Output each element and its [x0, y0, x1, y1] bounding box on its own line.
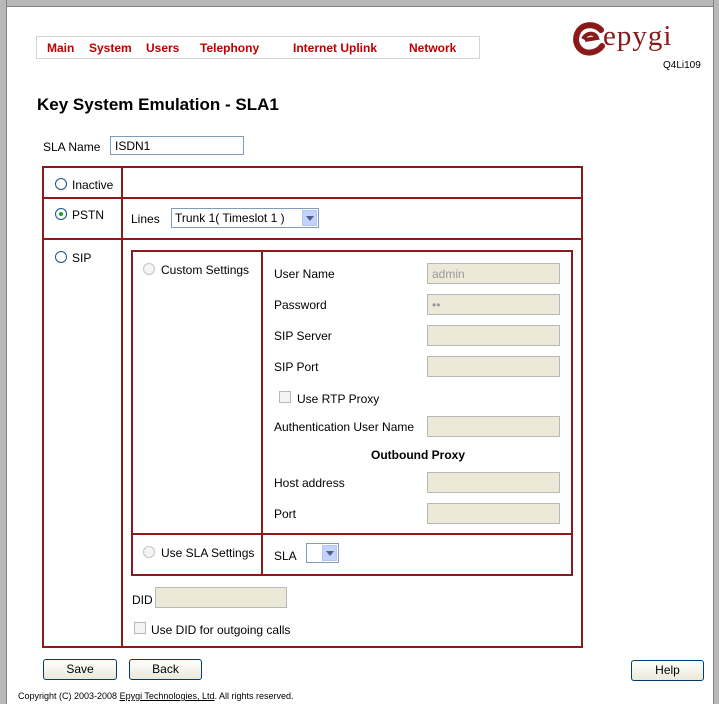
page-title: Key System Emulation - SLA1	[37, 95, 279, 114]
menu-main[interactable]: Main	[47, 41, 74, 55]
inactive-radio[interactable]	[55, 178, 67, 190]
sip-table-border	[131, 250, 133, 576]
pstn-label: PSTN	[72, 208, 105, 222]
sip-port-input[interactable]	[427, 356, 560, 377]
sla-select[interactable]	[306, 543, 339, 563]
menu-system[interactable]: System	[89, 41, 132, 55]
host-address-input[interactable]	[427, 472, 560, 493]
help-button[interactable]: Help	[631, 660, 704, 681]
host-address-label: Host address	[274, 476, 345, 490]
window-frame-top	[0, 0, 719, 7]
chevron-down-icon	[302, 210, 317, 226]
copyright-prefix: Copyright (C) 2003-2008	[18, 691, 120, 701]
use-rtp-proxy-label: Use RTP Proxy	[297, 392, 380, 406]
table-border	[42, 166, 44, 648]
menu-users[interactable]: Users	[146, 41, 179, 55]
password-input[interactable]	[427, 294, 560, 315]
table-border	[42, 646, 583, 648]
epygi-logo: epygi Q4Li109	[573, 20, 703, 74]
table-border	[42, 238, 583, 240]
device-model-label: Q4Li109	[663, 60, 701, 71]
table-border	[581, 166, 583, 648]
window-frame-left	[0, 0, 7, 704]
user-name-input[interactable]	[427, 263, 560, 284]
use-did-label: Use DID for outgoing calls	[151, 623, 291, 637]
copyright-suffix: . All rights reserved.	[214, 691, 294, 701]
did-label: DID	[132, 593, 153, 607]
sla-name-input[interactable]	[110, 136, 244, 155]
use-sla-settings-label: Use SLA Settings	[161, 546, 255, 560]
sip-table-border	[131, 574, 573, 576]
lines-select[interactable]: Trunk 1( Timeslot 1 )	[171, 208, 319, 228]
epygi-technologies-link[interactable]: Epygi Technologies, Ltd	[120, 691, 215, 701]
main-menu-bar: Main System Users Telephony Internet Upl…	[36, 36, 480, 59]
custom-settings-label: Custom Settings	[161, 263, 250, 277]
sip-server-label: SIP Server	[274, 329, 332, 343]
sip-table-border	[131, 250, 573, 252]
sip-table-border	[261, 250, 263, 576]
use-rtp-proxy-checkbox[interactable]	[279, 391, 291, 403]
sla-label: SLA	[274, 549, 297, 563]
sla-name-label: SLA Name	[43, 140, 101, 154]
window-frame-right	[713, 0, 719, 704]
sip-server-input[interactable]	[427, 325, 560, 346]
sip-label: SIP	[72, 251, 92, 265]
port-label: Port	[274, 507, 297, 521]
menu-internet-uplink[interactable]: Internet Uplink	[293, 41, 377, 55]
back-button[interactable]: Back	[129, 659, 202, 680]
pstn-radio[interactable]	[55, 208, 67, 220]
use-did-checkbox[interactable]	[134, 622, 146, 634]
table-border	[121, 166, 123, 648]
sip-table-border	[131, 533, 573, 535]
logo-brand-text: epygi	[603, 20, 673, 52]
sip-radio[interactable]	[55, 251, 67, 263]
custom-settings-radio[interactable]	[143, 263, 155, 275]
lines-selected-value: Trunk 1( Timeslot 1 )	[175, 211, 285, 225]
copyright-footer: Copyright (C) 2003-2008 Epygi Technologi…	[18, 691, 294, 701]
port-input[interactable]	[427, 503, 560, 524]
did-input[interactable]	[155, 587, 287, 608]
table-border	[42, 197, 583, 199]
table-border	[42, 166, 583, 168]
save-button[interactable]: Save	[43, 659, 117, 680]
menu-network[interactable]: Network	[409, 41, 456, 55]
user-name-label: User Name	[274, 267, 335, 281]
sip-table-border	[571, 250, 573, 576]
outbound-proxy-heading: Outbound Proxy	[371, 448, 465, 462]
lines-label: Lines	[131, 212, 160, 226]
sip-port-label: SIP Port	[274, 360, 319, 374]
menu-telephony[interactable]: Telephony	[200, 41, 259, 55]
auth-user-name-input[interactable]	[427, 416, 560, 437]
inactive-label: Inactive	[72, 178, 114, 192]
auth-user-name-label: Authentication User Name	[274, 420, 415, 434]
use-sla-settings-radio[interactable]	[143, 546, 155, 558]
chevron-down-icon	[322, 545, 337, 561]
epygi-logo-icon	[573, 22, 605, 56]
password-label: Password	[274, 298, 327, 312]
